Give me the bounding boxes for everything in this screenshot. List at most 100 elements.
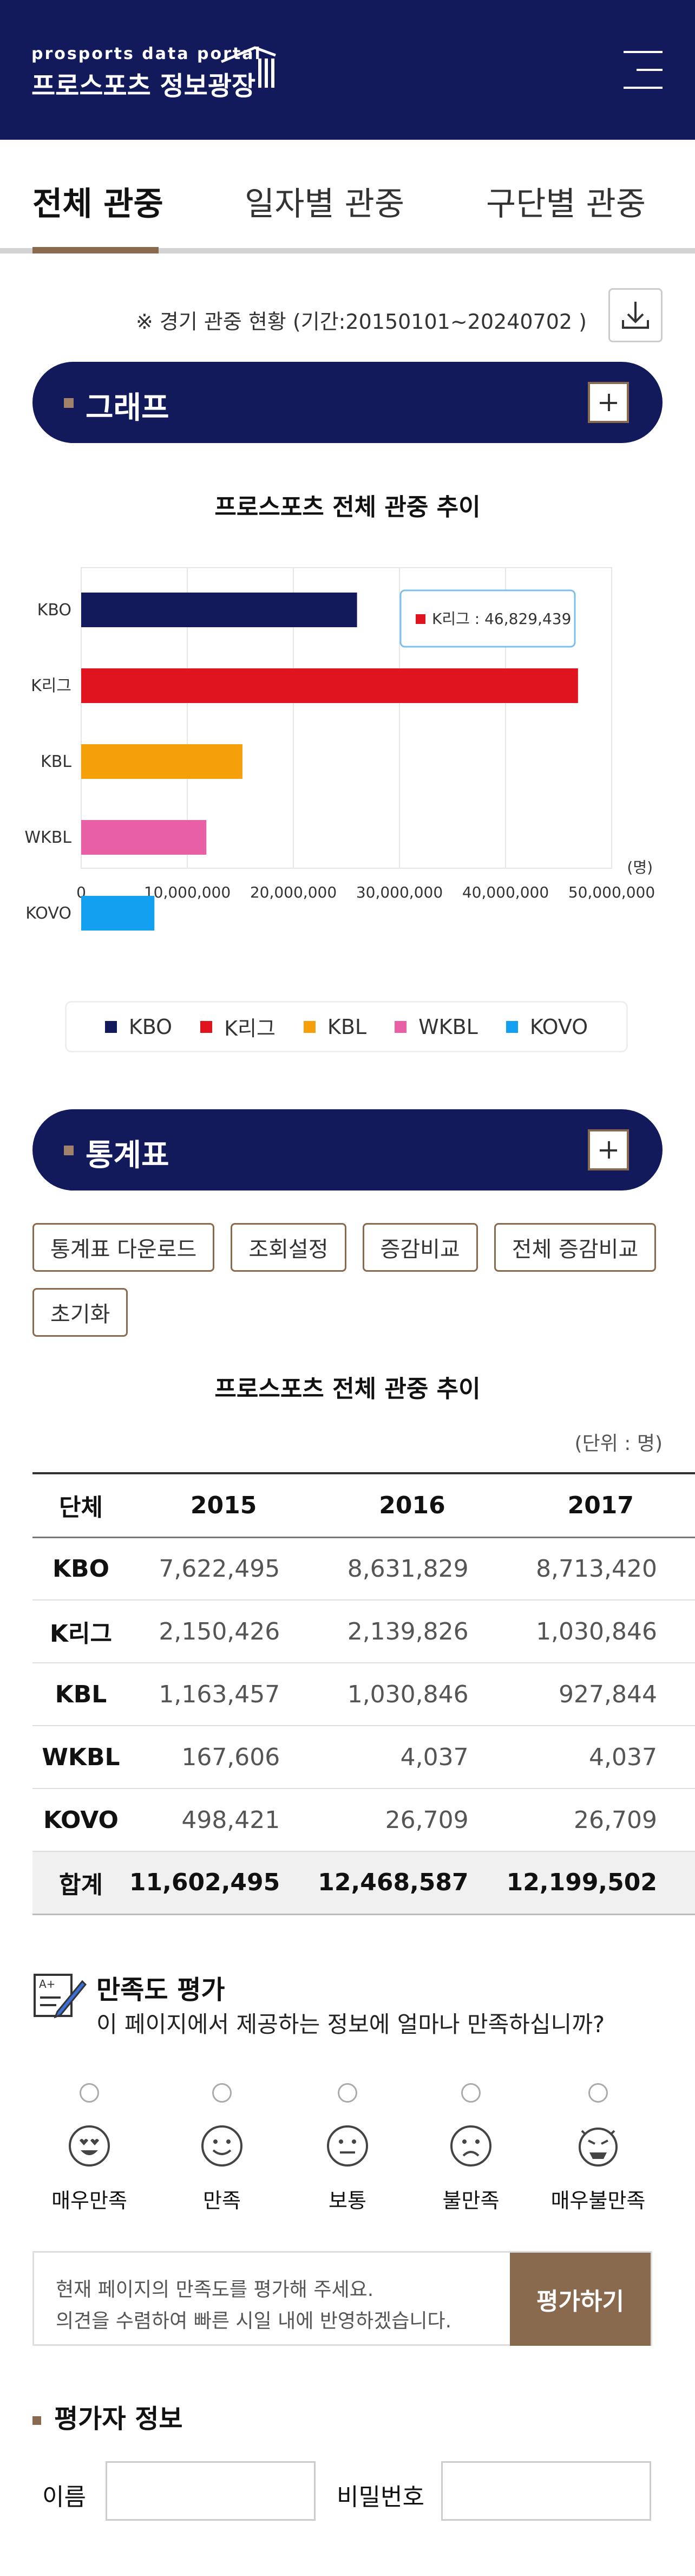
password-field[interactable] [441,2461,651,2521]
stats-table: 단체 2015 2016 2017 KBO 7,622,495 8,631,82… [32,1472,695,1915]
bar [81,896,155,931]
submit-rating-button[interactable]: 평가하기 [510,2252,651,2346]
value-cell: 2,150,426 [129,1600,318,1663]
smile-face-icon [201,2125,242,2167]
name-field[interactable] [106,2461,316,2521]
org-cell: K리그 [32,1600,129,1663]
table-row: KBO 7,622,495 8,631,829 8,713,420 [32,1537,695,1601]
bar [81,820,207,855]
section-bullet-icon [64,1146,74,1155]
bar [81,744,242,779]
heart-eyes-face-icon [69,2125,110,2167]
rating-radio[interactable] [461,2083,481,2103]
value-cell: 1,030,846 [506,1600,695,1663]
stats-section-title: 통계표 [86,1138,169,1173]
download-button[interactable] [608,288,663,342]
y-category-label: KOVO [25,904,71,923]
menu-icon[interactable] [624,51,663,89]
x-tick-label: 20,000,000 [250,883,337,901]
value-cell: 1,163,457 [129,1663,318,1726]
graph-section-header: 그래프 [32,362,663,443]
rating-option-very-satisfied[interactable]: 매우만족 [24,2083,154,2214]
query-settings-button[interactable]: 조회설정 [231,1223,346,1272]
legend-swatch [200,1020,213,1033]
total-value-cell: 12,468,587 [318,1851,507,1915]
y-category-label: WKBL [24,828,71,847]
section-bullet-icon [32,2416,41,2425]
total-label-cell: 합계 [32,1851,129,1915]
bar-chart: 0 10,000,000 20,000,000 30,000,000 40,000,00… [24,567,655,931]
value-cell: 2,139,826 [318,1600,507,1663]
legend-label: K리그 [224,1017,276,1040]
section-bullet-icon [64,398,74,408]
tooltip-text: K리그 : 46,829,439 [432,610,571,628]
legend-label: WKBL [418,1014,478,1039]
rating-label: 매우불만족 [550,2188,646,2213]
legend-swatch [395,1020,407,1033]
rating-label: 매우만족 [51,2188,127,2213]
compare-button[interactable]: 증감비교 [362,1223,478,1272]
legend-item[interactable]: K리그 [200,1012,276,1042]
reset-button[interactable]: 초기화 [32,1288,128,1337]
compare-all-button[interactable]: 전체 증감비교 [494,1223,657,1272]
column-header: 2017 [506,1473,695,1538]
rating-radio[interactable] [212,2083,232,2103]
legend-item[interactable]: KOVO [506,1015,588,1039]
password-label: 비밀번호 [337,2483,424,2511]
legend-item[interactable]: KBL [303,1015,366,1039]
graph-expand-button[interactable] [588,382,629,423]
view-tabs: 전체 관중 일자별 관중 구단별 관중 [0,140,695,253]
rating-option-neutral[interactable]: 보통 [283,2083,412,2214]
x-tick-label: 50,000,000 [568,883,655,901]
rating-radio[interactable] [588,2083,608,2103]
value-cell: 1,030,846 [318,1663,507,1726]
rating-radio[interactable] [338,2083,357,2103]
feedback-line: 의견을 수렴하여 빠른 시일 내에 반영하겠습니다. [56,2310,452,2332]
y-category-label: KBO [37,601,71,620]
tab-team-attendance[interactable]: 구단별 관중 [486,178,646,225]
name-label: 이름 [42,2483,86,2511]
table-row: WKBL 167,606 4,037 4,037 [32,1726,695,1789]
rater-info-title: 평가자 정보 [32,2397,183,2435]
y-category-label: K리그 [31,676,71,695]
survey-title: 만족도 평가 [96,1974,225,2005]
legend-swatch [303,1020,316,1033]
column-header: 2015 [129,1473,318,1538]
tab-total-attendance[interactable]: 전체 관중 [32,178,163,225]
x-tick-label: 40,000,000 [462,883,549,901]
period-notice-text: ※ 경기 관중 현황 (기간:20150101~20240702 ) [135,310,587,334]
feedback-line: 현재 페이지의 만족도를 평가해 주세요. [56,2278,374,2301]
rating-option-dissatisfied[interactable]: 불만족 [406,2083,536,2214]
value-cell: 8,631,829 [318,1537,507,1601]
stats-expand-button[interactable] [588,1129,629,1170]
table-title: 프로스포츠 전체 관중 추이 [214,1375,481,1403]
value-cell: 8,713,420 [506,1537,695,1601]
graph-section-title: 그래프 [86,391,169,426]
attendance-chart: 프로스포츠 전체 관중 추이 0 10,000,000 20,000,000 30,0… [0,443,695,1109]
logo-emblem-icon [221,46,276,88]
rating-option-very-dissatisfied[interactable]: 매우불만족 [533,2083,663,2214]
bar [81,593,357,627]
x-unit-label: (명) [627,858,653,876]
feedback-box[interactable]: 현재 페이지의 만족도를 평가해 주세요. 의견을 수렴하여 빠른 시일 내에 … [32,2250,652,2346]
survey-question: 이 페이지에서 제공하는 정보에 얼마나 만족하십니까? [96,2011,605,2038]
survey-document-icon: A+ [34,1973,87,2018]
rating-radio[interactable] [80,2083,99,2103]
org-cell: KBL [32,1663,129,1726]
value-cell: 4,037 [318,1726,507,1789]
rating-option-satisfied[interactable]: 만족 [157,2083,287,2214]
feedback-placeholder: 현재 페이지의 만족도를 평가해 주세요. 의견을 수렴하여 빠른 시일 내에 … [56,2274,451,2337]
stats-download-button[interactable]: 통계표 다운로드 [32,1223,215,1272]
rating-label: 보통 [329,2188,366,2213]
tab-daily-attendance[interactable]: 일자별 관중 [245,178,404,225]
rater-info-title-text: 평가자 정보 [54,2403,183,2434]
legend-label: KBO [128,1014,173,1039]
legend-item[interactable]: WKBL [395,1015,478,1039]
column-header: 단체 [32,1473,129,1538]
legend-item[interactable]: KBO [104,1014,173,1039]
value-cell: 7,622,495 [129,1537,318,1601]
total-value-cell: 11,602,495 [129,1851,318,1915]
table-row: K리그 2,150,426 2,139,826 1,030,846 [32,1600,695,1663]
chart-legend: KBO K리그 KBL WKBL KOVO [65,1001,628,1052]
y-category-label: KBL [41,752,71,771]
